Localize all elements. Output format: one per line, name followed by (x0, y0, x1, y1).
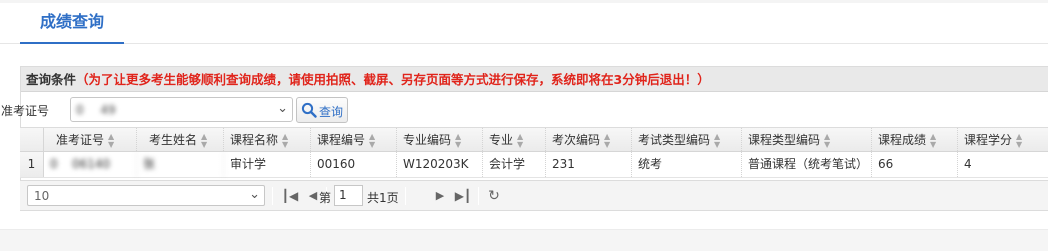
col-label: 专业编码 (403, 133, 452, 147)
table-header: 准考证号 ▲ ▼ 考生姓名 ▲ ▼ 课程名称 ▲ ▼ 课程编号 ▲ ▼ 专业编码 ▲ ▼ 专业 ▲ ▼ … (20, 127, 1048, 152)
table-row[interactable]: 1 0 06140 张 审计学 00160 W120203K 会计学 231 统… (20, 152, 1048, 178)
col-label: 考试类型编码 (638, 133, 711, 147)
cell-exam-no: 0 06140 (44, 152, 137, 177)
save-notice: （为了让更多考生能够顺利查询成绩，请使用拍照、截屏、另存页面等方式进行保存，系统… (76, 72, 710, 87)
page-number-input[interactable]: 1 (334, 185, 363, 206)
sort-icon: ▲ ▼ (1016, 131, 1023, 149)
col-label: 课程类型编码 (748, 133, 821, 147)
col-course-type[interactable]: 课程类型编码 ▲ ▼ (742, 128, 872, 151)
sort-icon: ▲ ▼ (930, 131, 937, 149)
chevron-down-icon: ⌄ (249, 187, 260, 202)
page-prefix: 第 (319, 191, 332, 205)
sort-icon: ▲ ▼ (108, 131, 115, 149)
cell-course-code: 00160 (311, 152, 397, 177)
row-number-header (20, 128, 44, 151)
cell-session-code: 231 (546, 152, 632, 177)
cell-major-code: W120203K (397, 152, 483, 177)
col-score[interactable]: 课程成绩 ▲ ▼ (872, 128, 958, 151)
sort-icon: ▲ ▼ (714, 131, 721, 149)
refresh-icon[interactable]: ↻ (484, 186, 504, 206)
cell-major: 会计学 (483, 152, 546, 177)
sort-icon: ▲ ▼ (455, 131, 462, 149)
col-exam-no[interactable]: 准考证号 ▲ ▼ (44, 128, 137, 151)
page-size-value: 10 (34, 189, 50, 203)
col-label: 专业 (489, 133, 514, 147)
sort-icon: ▲ ▼ (369, 131, 376, 149)
query-row: 准考证号 0 49 ⌄ 查询 (0, 93, 1048, 125)
col-major[interactable]: 专业 ▲ ▼ (483, 128, 546, 151)
col-label: 准考证号 (56, 133, 105, 147)
col-label: 课程成绩 (878, 133, 927, 147)
col-label: 课程学分 (964, 133, 1013, 147)
tab-score-query-label: 成绩查询 (39, 12, 104, 31)
exam-number-value: 0 49 (76, 103, 116, 117)
panel-header: 查询条件（为了让更多考生能够顺利查询成绩，请使用拍照、截屏、另存页面等方式进行保… (21, 67, 1048, 92)
row-number: 1 (20, 152, 44, 177)
first-page-icon[interactable]: ┃◀ (280, 186, 300, 206)
cell-score: 66 (872, 152, 958, 177)
exam-number-select[interactable]: 0 49 ⌄ (70, 97, 293, 122)
sort-icon: ▲ ▼ (282, 131, 289, 149)
sort-icon: ▲ ▼ (201, 131, 208, 149)
col-course-name[interactable]: 课程名称 ▲ ▼ (224, 128, 311, 151)
exam-number-label: 准考证号 (1, 104, 50, 118)
next-page-icon[interactable]: ▶ (430, 186, 450, 206)
col-label: 课程名称 (230, 133, 279, 147)
cell-name: 张 (137, 152, 224, 177)
divider (405, 187, 406, 205)
cell-course-name: 审计学 (224, 152, 311, 177)
col-exam-type[interactable]: 考试类型编码 ▲ ▼ (632, 128, 742, 151)
sort-icon: ▲ ▼ (824, 131, 831, 149)
bottom-strip (0, 229, 1048, 251)
col-label: 考次编码 (552, 133, 601, 147)
divider (478, 187, 479, 205)
tab-bar: 成绩查询 (0, 3, 1048, 44)
pagination-bar: 10 ⌄ ┃◀ ◀ 第 1 共1页 ▶ ▶┃ ↻ (20, 180, 1048, 210)
col-session-code[interactable]: 考次编码 ▲ ▼ (546, 128, 632, 151)
cell-course-type: 普通课程（统考笔试） (742, 152, 872, 177)
col-credit[interactable]: 课程学分 ▲ ▼ (958, 128, 1048, 151)
last-page-icon[interactable]: ▶┃ (453, 186, 473, 206)
search-button[interactable]: 查询 (296, 97, 348, 123)
tab-score-query[interactable]: 成绩查询 (20, 3, 124, 44)
search-button-label: 查询 (319, 105, 344, 119)
search-icon (301, 102, 317, 118)
col-label: 课程编号 (317, 133, 366, 147)
col-course-code[interactable]: 课程编号 ▲ ▼ (311, 128, 397, 151)
cell-credit: 4 (964, 157, 972, 171)
sort-icon: ▲ ▼ (604, 131, 611, 149)
page-size-select[interactable]: 10 ⌄ (27, 185, 265, 206)
chevron-down-icon: ⌄ (277, 101, 288, 116)
col-major-code[interactable]: 专业编码 ▲ ▼ (397, 128, 483, 151)
sort-icon: ▲ ▼ (517, 131, 524, 149)
panel-title: 查询条件 (26, 72, 77, 87)
score-table: 准考证号 ▲ ▼ 考生姓名 ▲ ▼ 课程名称 ▲ ▼ 课程编号 ▲ ▼ 专业编码 ▲ ▼ 专业 ▲ ▼ … (20, 127, 1048, 178)
cell-exam-type: 统考 (632, 152, 742, 177)
col-name[interactable]: 考生姓名 ▲ ▼ (137, 128, 224, 151)
col-label: 考生姓名 (149, 133, 198, 147)
page-total: 共1页 (367, 191, 399, 205)
divider (272, 187, 273, 205)
